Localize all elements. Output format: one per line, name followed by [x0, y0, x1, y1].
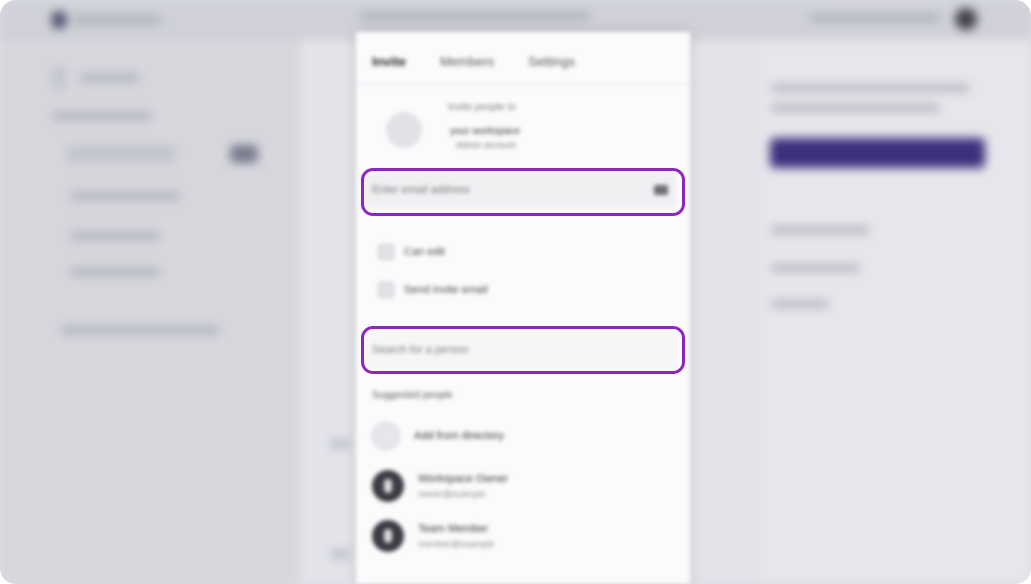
org-avatar: [386, 112, 422, 148]
tab-divider: [356, 84, 690, 85]
bg-text: [72, 16, 162, 24]
tab-members[interactable]: Members: [440, 54, 494, 69]
option-label: Can edit: [404, 246, 445, 258]
background-sidebar: [0, 0, 300, 584]
list-item-title: Team Member: [418, 523, 489, 535]
bg-text: [810, 14, 940, 22]
list-item[interactable]: Workspace Owner owner@example: [372, 470, 508, 502]
bg-text: [70, 268, 160, 276]
bg-text: [330, 550, 350, 558]
highlight-search-field: [361, 326, 685, 374]
bg-text: [770, 104, 940, 112]
bg-block: [66, 145, 176, 163]
checkbox-icon[interactable]: [378, 244, 394, 260]
bg-text: [80, 74, 140, 82]
list-item[interactable]: Team Member member@example: [372, 520, 494, 552]
bg-text: [60, 326, 220, 334]
org-heading: Invite people to: [448, 102, 516, 113]
bg-block: [230, 145, 258, 163]
background-primary-button: [770, 138, 985, 168]
invite-dialog: Invite Members Settings Invite people to…: [356, 32, 690, 584]
option-label: Send invite email: [404, 284, 488, 296]
org-name: your workspace: [450, 126, 521, 137]
bg-block: [52, 66, 66, 90]
app-window: Invite Members Settings Invite people to…: [0, 0, 1031, 584]
bg-text: [770, 300, 830, 308]
bg-text: [360, 12, 590, 20]
option-send-email[interactable]: Send invite email: [378, 282, 488, 298]
bg-text: [330, 440, 350, 448]
directory-icon: [372, 422, 400, 450]
checkbox-icon[interactable]: [378, 282, 394, 298]
bg-text: [70, 192, 180, 200]
bg-text: [70, 232, 160, 240]
highlight-email-field: [361, 168, 685, 216]
list-item-subtitle: member@example: [418, 539, 495, 549]
person-avatar-icon: [372, 520, 404, 552]
section-label: Suggested people: [372, 390, 453, 401]
user-avatar: [955, 8, 977, 30]
tab-settings[interactable]: Settings: [528, 54, 575, 69]
bg-text: [770, 84, 970, 92]
tab-invite[interactable]: Invite: [372, 54, 406, 69]
list-item[interactable]: Add from directory: [372, 422, 504, 450]
option-can-edit[interactable]: Can edit: [378, 244, 445, 260]
bg-text: [52, 112, 152, 120]
person-avatar-icon: [372, 470, 404, 502]
dialog-tabs: Invite Members Settings: [372, 46, 575, 76]
bg-text: [770, 264, 860, 272]
app-logo-icon: [52, 12, 66, 28]
org-role: Admin account: [456, 140, 516, 150]
list-item-title: Workspace Owner: [418, 473, 509, 485]
list-item-title: Add from directory: [414, 430, 504, 442]
bg-text: [770, 226, 870, 234]
list-item-subtitle: owner@example: [418, 489, 486, 499]
